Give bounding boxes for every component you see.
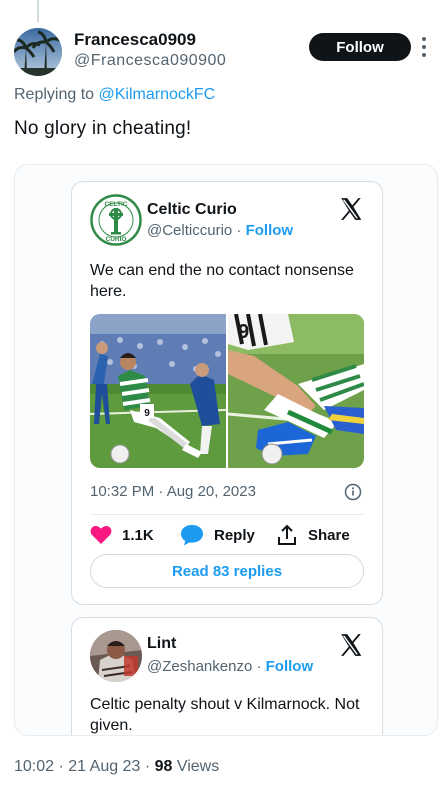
embed-handle-row: @Celticcurio · Follow [147,222,293,239]
match-photo-right[interactable]: 9 [228,314,364,468]
name-block: Francesca0909 @Francesca090900 [74,30,226,72]
embed2-handle[interactable]: @Zeshankenzo [147,658,252,675]
x-logo-icon[interactable] [338,196,364,222]
user-handle[interactable]: @Francesca090900 [74,50,226,72]
match-photo-left[interactable]: 9 [90,314,226,468]
tweet-header: Francesca0909 @Francesca090900 Follow [14,28,434,78]
thread-line [37,0,39,22]
divider [90,514,364,515]
share-icon [278,524,296,545]
read-replies-button[interactable]: Read 83 replies [90,554,364,588]
embed-handle[interactable]: @Celticcurio [147,222,232,239]
shirt-number: 9 [144,408,150,419]
embedded-tweet-2[interactable]: Lint @Zeshankenzo · Follow Celtic penalt… [71,617,383,735]
embed2-tweet-text: Celtic penalty shout v Kilmarnock. Not g… [90,696,360,734]
embedded-tweet[interactable]: CELTIC CURIO Celtic Curio @Celticcurio ·… [71,181,383,605]
celtic-curio-logo[interactable]: CELTIC CURIO [90,194,142,246]
avatar[interactable] [14,28,62,76]
more-options-icon[interactable] [422,37,428,57]
embed-author-name[interactable]: Celtic Curio [147,201,237,219]
follow-button[interactable]: Follow [309,33,411,61]
reply-bubble-icon [181,525,203,546]
tweet-time[interactable]: 10:02 [14,758,54,775]
like-button[interactable]: 1.1K [90,522,154,548]
views-label: Views [176,758,220,775]
replying-to-link[interactable]: @KilmarnockFC [99,86,216,103]
display-name[interactable]: Francesca0909 [74,30,226,50]
tweet-footer: 10:02 · 21 Aug 23 · 98 Views [14,758,219,776]
share-label: Share [308,526,350,544]
embed-tweet-text: We can end the no contact nonsense here. [90,262,354,300]
share-button[interactable]: Share [276,522,350,548]
like-count: 1.1K [122,526,154,544]
shirt-number-closeup: 9 [238,321,249,343]
replying-to: Replying to @KilmarnockFC [14,86,215,104]
reply-label: Reply [214,526,255,544]
separator-dot: · [256,658,262,675]
separator-dot: · [58,758,64,775]
embed-timestamp[interactable]: 10:32 PM · Aug 20, 2023 [90,483,256,500]
avatar[interactable] [90,630,142,682]
embed2-follow-link[interactable]: Follow [266,658,314,675]
x-logo-icon[interactable] [338,632,364,658]
quoted-media-card: CELTIC CURIO Celtic Curio @Celticcurio ·… [14,164,438,736]
embed-actions: 1.1K Reply Share [90,522,366,548]
reply-button[interactable]: Reply [180,522,255,548]
tweet-date[interactable]: 21 Aug 23 [68,758,140,775]
embed2-author-name[interactable]: Lint [147,635,176,653]
embed-media[interactable]: 9 9 [90,314,364,468]
separator-dot: · [236,222,242,239]
embed-follow-link[interactable]: Follow [246,222,294,239]
replying-prefix: Replying to [14,86,95,103]
heart-icon [90,526,112,544]
views-count[interactable]: 98 [155,758,173,775]
embed2-handle-row: @Zeshankenzo · Follow [147,658,313,675]
separator-dot: · [144,758,151,775]
info-icon[interactable] [344,483,362,501]
tweet-text: No glory in cheating! [14,118,192,139]
logo-text-bottom: CURIO [106,236,127,243]
logo-text-top: CELTIC [105,201,128,208]
